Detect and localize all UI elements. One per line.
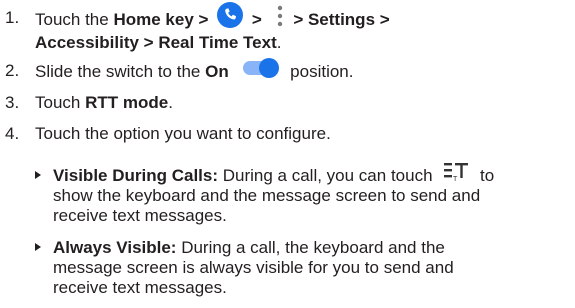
svg-text:T: T xyxy=(453,176,458,182)
step-text: Touch the Home key > > > Settings > Acce… xyxy=(35,2,575,53)
step-text: Touch RTT mode. xyxy=(35,93,173,112)
option-label: Always Visible: xyxy=(53,238,177,257)
step-number: 3. xyxy=(5,93,20,112)
phone-icon xyxy=(217,2,244,33)
more-vertical-icon xyxy=(277,5,283,32)
home-key-label: Home xyxy=(113,9,161,29)
step-text: Touch the option you want to configure. xyxy=(35,124,331,143)
rtt-mode-label: RTT mode xyxy=(85,93,169,112)
bullet-triangle-icon xyxy=(35,171,41,179)
option-label: Visible During Calls: xyxy=(53,166,219,185)
option-always-visible: Always Visible: During a call, the keybo… xyxy=(35,238,454,297)
rtt-keyboard-icon: T xyxy=(443,160,471,187)
step-text: Slide the switch to the On position. xyxy=(35,58,353,84)
bullet-triangle-icon xyxy=(35,243,41,251)
step-number: 1. xyxy=(5,8,20,27)
option-visible-during-calls: Visible During Calls: During a call, you… xyxy=(35,163,494,225)
toggle-switch-icon xyxy=(241,57,281,84)
step-number: 2. xyxy=(5,61,20,80)
step-number: 4. xyxy=(5,124,20,143)
on-label: On xyxy=(205,61,229,81)
